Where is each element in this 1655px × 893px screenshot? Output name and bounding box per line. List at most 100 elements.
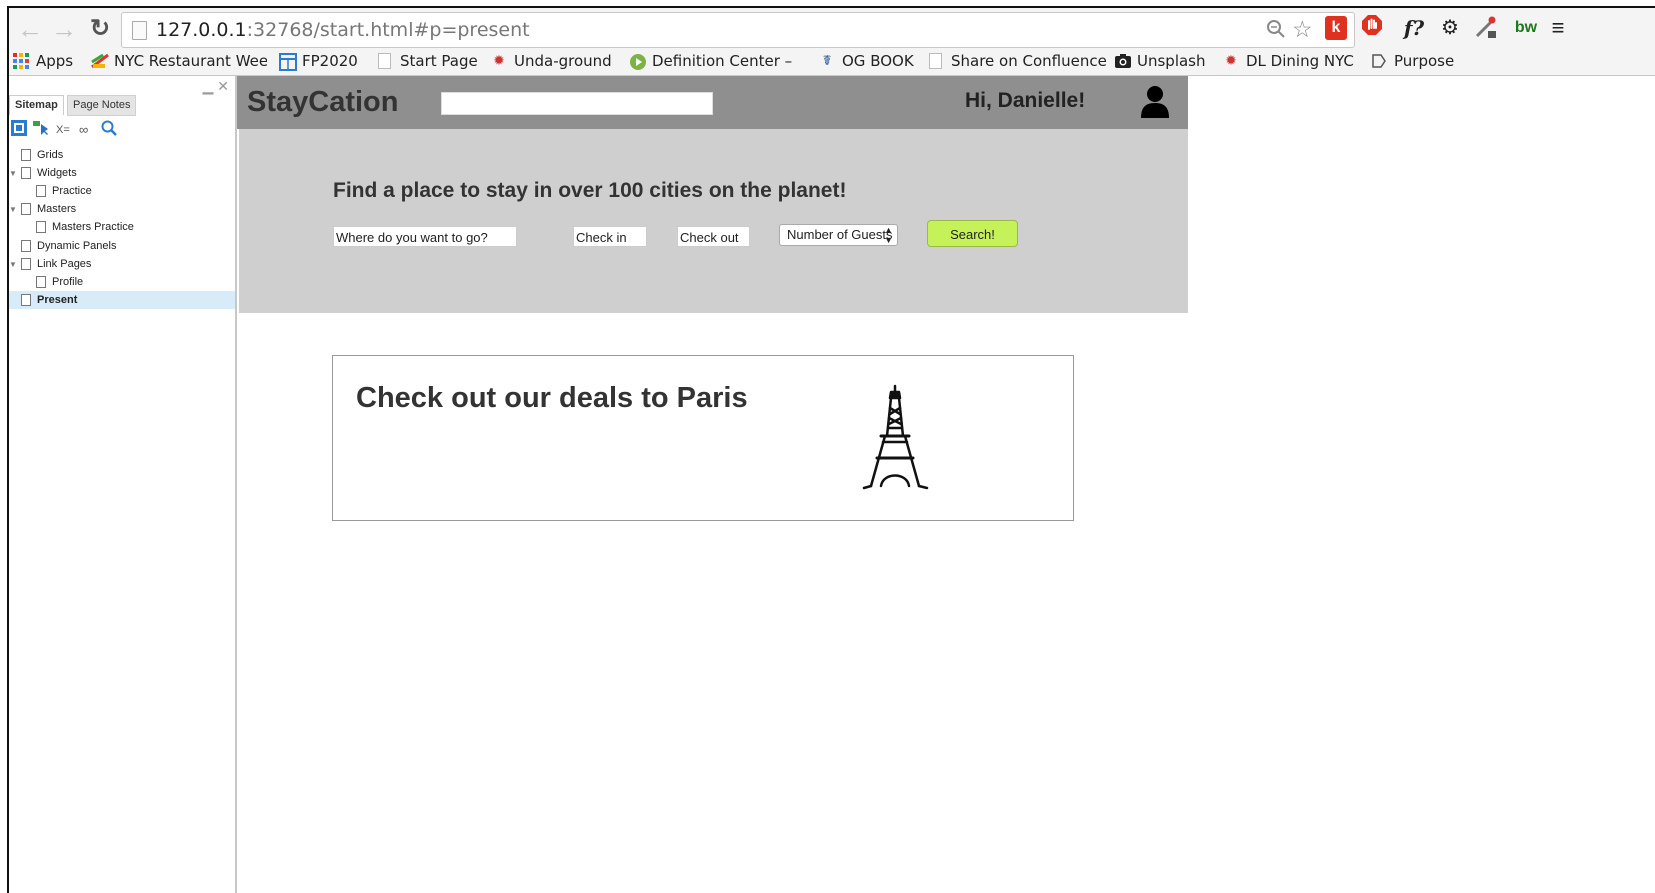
star-icon[interactable]: ☆ bbox=[1292, 16, 1313, 43]
bookmark-label: Apps bbox=[36, 52, 74, 70]
trello-icon bbox=[279, 53, 297, 71]
tree-node-masters[interactable]: ▼ Masters bbox=[9, 200, 77, 218]
bookmark-start-page[interactable]: Start Page bbox=[378, 50, 478, 72]
panel-controls: ▁ ✕ bbox=[203, 78, 229, 95]
bookmark-fp2020[interactable]: FP2020 bbox=[279, 50, 358, 72]
search-button[interactable]: Search! bbox=[927, 220, 1018, 247]
guests-select[interactable]: Number of Guests ▲ ▼ bbox=[779, 224, 898, 246]
bookmark-nyc-restaurant[interactable]: NYC Restaurant Wee bbox=[91, 50, 267, 72]
tree-node-grids[interactable]: Grids bbox=[21, 146, 63, 164]
bookmark-label: Purpose bbox=[1394, 52, 1455, 70]
tree-node-label: Profile bbox=[52, 276, 84, 288]
tree-node-link-pages[interactable]: ▼ Link Pages bbox=[9, 255, 92, 273]
menu-icon[interactable]: ≡ bbox=[1545, 14, 1571, 42]
user-greeting: Hi, Danielle! bbox=[965, 89, 1086, 112]
url-path: :32768/start.html#p=present bbox=[246, 19, 530, 41]
destination-input[interactable]: Where do you want to go? bbox=[333, 226, 517, 247]
page-icon bbox=[36, 185, 46, 197]
kippt-extension[interactable]: k bbox=[1325, 16, 1347, 40]
bookmarks-bar: Apps NYC Restaurant Wee FP2020 Start Pag… bbox=[9, 48, 1655, 76]
bookmark-apps[interactable]: Apps bbox=[13, 50, 73, 72]
bookmark-label: FP2020 bbox=[302, 52, 358, 70]
check-out-input[interactable]: Check out bbox=[677, 226, 750, 247]
site-header: StayCation Hi, Danielle! bbox=[237, 76, 1188, 129]
search-icon[interactable] bbox=[101, 120, 117, 142]
tree-node-practice[interactable]: Practice bbox=[36, 182, 92, 200]
eyedropper-icon[interactable] bbox=[1473, 14, 1499, 42]
variables-icon[interactable]: X= bbox=[56, 120, 70, 140]
page-view-icon[interactable] bbox=[11, 120, 27, 142]
pin-icon: ✹ bbox=[1225, 53, 1237, 69]
tab-sitemap[interactable]: Sitemap bbox=[9, 95, 64, 115]
forward-arrow-icon[interactable]: → bbox=[49, 14, 79, 44]
font-extension[interactable]: f? bbox=[1397, 14, 1431, 42]
tree-node-label: Link Pages bbox=[37, 258, 92, 270]
apps-grid-icon bbox=[13, 53, 29, 69]
page-icon bbox=[21, 240, 31, 252]
deal-title: Check out our deals to Paris bbox=[356, 382, 748, 414]
page-icon bbox=[929, 53, 942, 69]
page-icon bbox=[36, 221, 46, 233]
tree-node-label: Practice bbox=[52, 185, 92, 197]
eiffel-tower-icon bbox=[857, 384, 937, 490]
bookmark-unda-ground[interactable]: ✹ Unda-ground bbox=[491, 50, 612, 72]
tree-node-dynamic-panels[interactable]: Dynamic Panels bbox=[21, 237, 116, 255]
tree-node-present[interactable]: Present bbox=[9, 291, 235, 309]
bookmark-unsplash[interactable]: Unsplash bbox=[1114, 50, 1206, 72]
tree-node-masters-practice[interactable]: Masters Practice bbox=[36, 218, 134, 236]
tree-node-profile[interactable]: Profile bbox=[36, 273, 83, 291]
bookmark-label: NYC Restaurant Wee bbox=[114, 52, 267, 70]
expand-arrow-icon[interactable]: ▼ bbox=[9, 169, 17, 178]
window-top-border bbox=[7, 6, 1655, 8]
tab-page-notes[interactable]: Page Notes bbox=[67, 95, 137, 116]
close-icon[interactable]: ✕ bbox=[217, 78, 229, 94]
gear-icon[interactable]: ⚙ bbox=[1437, 14, 1463, 42]
guests-select-value: Number of Guests bbox=[787, 227, 893, 242]
browser-toolbar: ← → ↻ 127.0.0.1:32768/start.html#p=prese… bbox=[9, 8, 1655, 52]
bookmark-dl-dining[interactable]: ✹ DL Dining NYC bbox=[1223, 50, 1354, 72]
paris-deal-card[interactable]: Check out our deals to Paris bbox=[332, 355, 1074, 521]
bookmark-share-confluence[interactable]: Share on Confluence bbox=[929, 50, 1107, 72]
bookmark-og-book[interactable]: ☤ OG BOOK bbox=[819, 50, 914, 72]
back-arrow-icon[interactable]: ← bbox=[15, 14, 45, 44]
ribbon-icon: ☤ bbox=[822, 53, 832, 69]
check-in-input[interactable]: Check in bbox=[573, 226, 647, 247]
url-text[interactable]: 127.0.0.1:32768/start.html#p=present bbox=[156, 19, 530, 41]
page-icon bbox=[36, 276, 46, 288]
minimize-icon[interactable]: ▁ bbox=[203, 78, 214, 94]
sitemap-panel: ▁ ✕ Sitemap Page Notes X= ∞ Grids ▼ Widg… bbox=[9, 76, 237, 893]
restaurant-icon bbox=[91, 53, 109, 69]
hero-title: Find a place to stay in over 100 cities … bbox=[333, 179, 847, 202]
zoom-icon[interactable] bbox=[1266, 19, 1286, 45]
bookmark-label: OG BOOK bbox=[842, 52, 914, 70]
bw-extension[interactable]: bw bbox=[1511, 14, 1541, 42]
user-avatar-icon[interactable] bbox=[1139, 84, 1171, 120]
cursor-flag-icon[interactable] bbox=[33, 120, 49, 142]
link-icon[interactable]: ∞ bbox=[79, 120, 88, 140]
camera-icon bbox=[1114, 53, 1131, 69]
pin-icon: ✹ bbox=[493, 53, 505, 69]
header-search-input[interactable] bbox=[441, 92, 713, 115]
page-icon bbox=[21, 149, 31, 161]
expand-arrow-icon[interactable]: ▼ bbox=[9, 205, 17, 214]
bookmark-purpose[interactable]: Purpose bbox=[1371, 50, 1454, 72]
page-icon bbox=[21, 203, 31, 215]
reload-icon[interactable]: ↻ bbox=[85, 14, 115, 44]
window-left-border bbox=[7, 6, 9, 893]
page-icon bbox=[132, 21, 147, 40]
page-icon bbox=[21, 258, 31, 270]
expand-arrow-icon[interactable]: ▼ bbox=[9, 260, 17, 269]
bookmark-label: Unsplash bbox=[1137, 52, 1206, 70]
tree-node-widgets[interactable]: ▼ Widgets bbox=[9, 164, 77, 182]
hero-search-section: Find a place to stay in over 100 cities … bbox=[239, 129, 1188, 313]
tree-node-label: Masters Practice bbox=[52, 221, 134, 233]
bookmark-definition-center[interactable]: Definition Center – L bbox=[629, 50, 797, 72]
site-logo[interactable]: StayCation bbox=[247, 86, 398, 119]
tree-node-label: Masters bbox=[37, 203, 77, 215]
bookmark-label: Definition Center – L bbox=[652, 52, 797, 70]
bookmark-label: Share on Confluence bbox=[951, 52, 1107, 70]
page-icon bbox=[21, 167, 31, 179]
adblock-icon[interactable] bbox=[1359, 14, 1385, 42]
address-bar[interactable]: 127.0.0.1:32768/start.html#p=present ☆ bbox=[121, 12, 1355, 48]
tree-node-label: Present bbox=[37, 294, 78, 306]
